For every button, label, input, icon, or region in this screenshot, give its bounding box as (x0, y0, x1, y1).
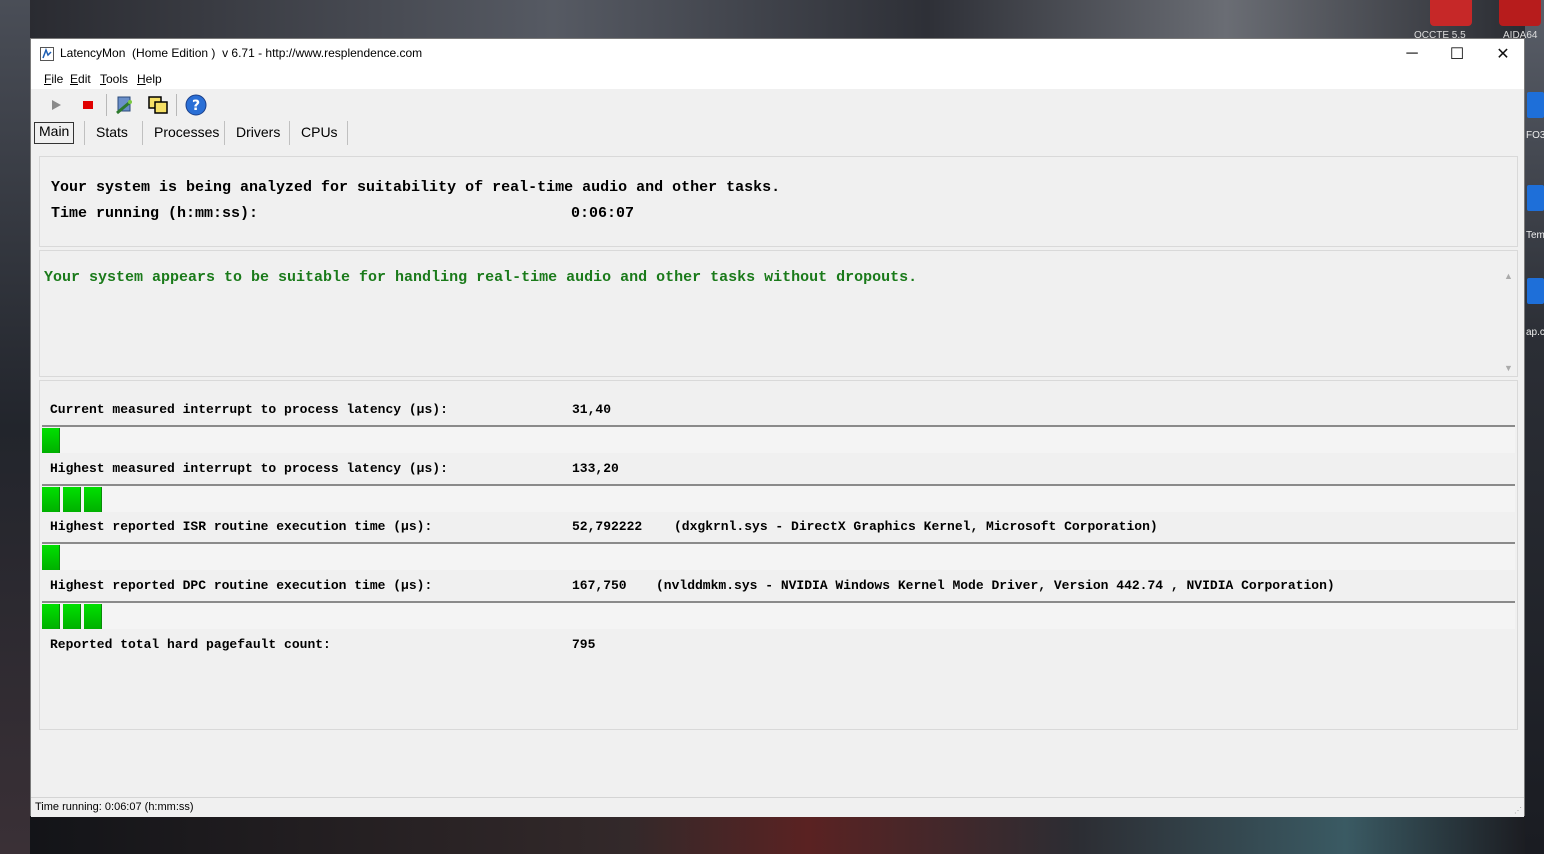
tab-cpus[interactable]: CPUs (301, 123, 338, 144)
desktop-icon-label: FO3 (1526, 130, 1544, 141)
start-monitor-button[interactable] (44, 93, 68, 117)
help-button[interactable]: ? (184, 93, 208, 117)
metric-label: Reported total hard pagefault count: (50, 637, 331, 652)
help-icon: ? (185, 94, 207, 116)
status-bar: Time running: 0:06:07 (h:mm:ss) ⋰ (31, 797, 1524, 817)
minimize-button[interactable]: ─ (1389, 39, 1435, 69)
aida64-desktop-icon[interactable] (1499, 0, 1541, 26)
time-running-label: Time running (h:mm:ss): (51, 205, 259, 222)
occte-desktop-icon[interactable] (1430, 0, 1472, 26)
tab-label: Processes (154, 124, 220, 140)
tab-label: CPUs (301, 124, 338, 140)
desktop-shortcut-icon[interactable] (1527, 185, 1544, 211)
latency-bar (42, 601, 1515, 629)
menu-file[interactable]: File (44, 72, 63, 86)
metrics-panel: Current measured interrupt to process la… (39, 380, 1518, 730)
toolbar-separator (106, 94, 107, 116)
tab-separator (224, 121, 225, 145)
tab-main[interactable]: Main (34, 122, 75, 144)
menu-tools[interactable]: Tools (100, 72, 128, 86)
metric-detail: (dxgkrnl.sys - DirectX Graphics Kernel, … (674, 519, 1158, 534)
tab-label: Main (39, 123, 70, 139)
window-title: LatencyMon (Home Edition ) v 6.71 - http… (60, 46, 423, 60)
toolbar-separator (176, 94, 177, 116)
latencymon-app-icon (40, 47, 54, 61)
bar-segment (42, 487, 60, 512)
bar-segment (63, 487, 81, 512)
bar-segment (84, 487, 102, 512)
bar-segment (42, 428, 60, 453)
maximize-icon: ☐ (1449, 46, 1465, 63)
tab-label: Drivers (236, 124, 281, 140)
resize-grip-icon[interactable]: ⋰ (1514, 806, 1522, 815)
stop-icon (83, 101, 93, 109)
tab-drivers[interactable]: Drivers (236, 123, 280, 144)
latency-bar (42, 484, 1515, 512)
time-running-value: 0:06:07 (571, 205, 635, 222)
latencymon-window: LatencyMon (Home Edition ) v 6.71 - http… (30, 38, 1525, 817)
verdict-panel[interactable]: Your system appears to be suitable for h… (39, 250, 1518, 377)
verdict-message: Your system appears to be suitable for h… (44, 269, 918, 286)
metric-value: 52,792222 (572, 519, 643, 534)
desktop-shortcut-icon[interactable] (1527, 92, 1544, 118)
desktop-wallpaper-top (30, 0, 1525, 38)
metric-value: 167,750 (572, 578, 627, 593)
bar-segment (84, 604, 102, 629)
scroll-up-icon[interactable]: ▲ (1504, 271, 1513, 281)
latency-bar (42, 425, 1515, 453)
metric-label: Highest reported ISR routine execution t… (50, 519, 433, 534)
desktop-wallpaper-right (1525, 0, 1544, 854)
status-text: Time running: 0:06:07 (h:mm:ss) (35, 801, 194, 813)
bar-segment (63, 604, 81, 629)
desktop-icon-label: ap.c (1526, 327, 1544, 338)
close-button[interactable]: ✕ (1480, 39, 1526, 69)
toolbar: ? (31, 90, 1524, 120)
tab-strip: Main Stats Processes Drivers CPUs (31, 119, 1524, 145)
desktop-shortcut-icon[interactable] (1527, 278, 1544, 304)
play-icon (52, 100, 61, 110)
metric-label: Highest reported DPC routine execution t… (50, 578, 433, 593)
maximize-button[interactable]: ☐ (1434, 39, 1480, 69)
bar-segment (42, 545, 60, 570)
desktop-wallpaper-bottom (30, 816, 1525, 854)
latency-bar (42, 542, 1515, 570)
copy-windows-icon (148, 96, 168, 114)
tab-stats[interactable]: Stats (96, 123, 128, 144)
desktop-wallpaper-left (0, 0, 30, 854)
bar-segment (42, 604, 60, 629)
menu-help[interactable]: Help (137, 72, 162, 86)
tab-separator (347, 121, 348, 145)
menu-edit[interactable]: Edit (70, 72, 91, 86)
tab-processes[interactable]: Processes (154, 123, 219, 144)
svg-text:?: ? (192, 98, 200, 114)
metric-value: 133,20 (572, 461, 619, 476)
metric-value: 795 (572, 637, 596, 652)
analysis-status-panel: Your system is being analyzed for suitab… (39, 156, 1518, 247)
scroll-down-icon[interactable]: ▼ (1504, 363, 1513, 373)
report-button[interactable] (113, 93, 137, 117)
tab-separator (142, 121, 143, 145)
tab-separator (289, 121, 290, 145)
close-icon: ✕ (1496, 46, 1510, 63)
analysis-header: Your system is being analyzed for suitab… (51, 179, 781, 196)
minimize-icon: ─ (1406, 45, 1418, 62)
copy-button[interactable] (146, 93, 170, 117)
tab-separator (84, 121, 85, 145)
wand-icon (116, 96, 132, 115)
metric-detail: (nvlddmkm.sys - NVIDIA Windows Kernel Mo… (656, 578, 1335, 593)
tab-label: Stats (96, 124, 128, 140)
metric-label: Highest measured interrupt to process la… (50, 461, 448, 476)
title-bar[interactable]: LatencyMon (Home Edition ) v 6.71 - http… (31, 39, 1524, 69)
menu-bar: File Edit Tools Help (31, 69, 1524, 89)
metric-value: 31,40 (572, 402, 612, 417)
stop-monitor-button[interactable] (76, 93, 100, 117)
desktop-icon-label: Tem (1526, 230, 1544, 241)
metric-label: Current measured interrupt to process la… (50, 402, 448, 417)
